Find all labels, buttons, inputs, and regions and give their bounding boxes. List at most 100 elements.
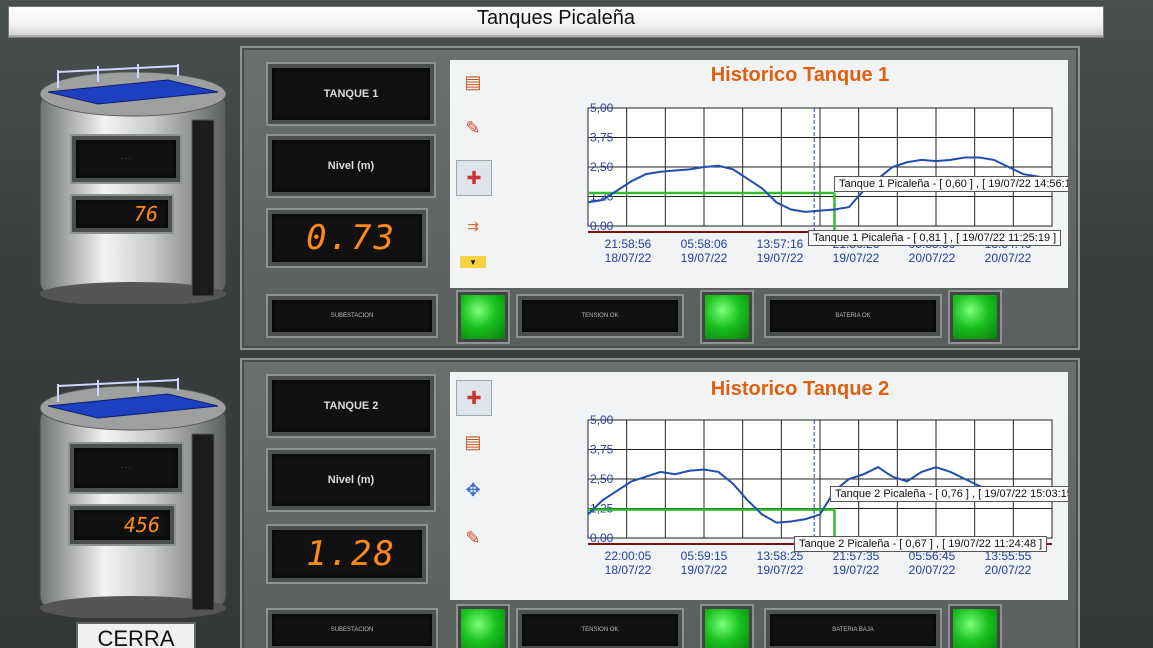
- level-data-point: [935, 160, 937, 162]
- level-data-point: [761, 187, 763, 190]
- tooltip-upper: Tanque 2 Picaleña - [ 0,76 ] , [ 19/07/2…: [830, 486, 1068, 502]
- level-data-point: [688, 469, 691, 472]
- x-tick-time: 21:58:56: [605, 237, 652, 251]
- level-data-point: [587, 513, 589, 516]
- level-data-point: [906, 480, 908, 483]
- level-data-point: [616, 189, 618, 192]
- tank-1-panel: TANQUE 1 Nivel (m) 0.73 SUBESTACION TENS…: [240, 46, 1080, 350]
- x-tick-time: 05:59:15: [681, 549, 728, 563]
- level-data-point: [862, 473, 865, 476]
- tank-2-battery-led: [950, 606, 1000, 648]
- tank-1-counter: 76: [72, 196, 172, 232]
- level-data-point: [790, 208, 792, 211]
- y-tick-label: 2,50: [590, 160, 614, 174]
- tank-1-voltage-led: [702, 292, 752, 342]
- x-tick-date: 20/07/22: [985, 251, 1032, 265]
- x-tick-date: 19/07/22: [681, 251, 728, 265]
- x-tick-date: 20/07/22: [909, 563, 956, 577]
- level-data-point: [949, 471, 952, 473]
- tank-1-status-substation: SUBESTACION: [268, 296, 436, 336]
- x-tick-date: 19/07/22: [757, 251, 804, 265]
- tank-2-panel: TANQUE 2 Nivel (m) 1.28 SUBESTACION TENS…: [240, 358, 1080, 648]
- level-data-point: [906, 161, 908, 164]
- y-tick-label: 5,00: [590, 413, 614, 427]
- window-title: Tanques Picaleña: [8, 6, 1104, 38]
- level-data-point: [616, 490, 618, 492]
- close-button[interactable]: CERRA: [76, 622, 196, 648]
- level-data-point: [993, 159, 995, 161]
- level-data-point: [920, 471, 923, 473]
- x-tick-date: 19/07/22: [833, 563, 880, 577]
- tank-2-history-chart[interactable]: ✚ ▤ ✥ ✎ Historico Tanque 2 0,00 1,25 2,50 3…: [450, 372, 1068, 600]
- level-data-point: [630, 480, 633, 483]
- level-data-point: [920, 159, 923, 161]
- level-data-point: [630, 180, 633, 182]
- x-tick-date: 20/07/22: [985, 563, 1032, 577]
- level-data-point: [775, 521, 778, 524]
- tank-2-status-voltage: TENSION OK: [518, 610, 682, 648]
- level-data-point: [717, 471, 720, 473]
- y-tick-label: 0,00: [590, 219, 614, 233]
- level-data-point: [659, 170, 662, 173]
- tank-2-substation-led: [458, 606, 508, 648]
- tank-1-mini-display: · · ·: [72, 136, 180, 182]
- level-data-point: [601, 499, 604, 502]
- x-tick-date: 18/07/22: [605, 251, 652, 265]
- level-data-point: [659, 471, 662, 473]
- tooltip-lower: Tanque 2 Picaleña - [ 0,67 ] , [ 19/07/2…: [794, 536, 1048, 552]
- level-data-point: [717, 165, 720, 167]
- tank-1-substation-led: [458, 292, 508, 342]
- tank-2-level-caption: Nivel (m): [268, 450, 434, 510]
- tank-2-status-substation: SUBESTACION: [268, 610, 436, 648]
- level-data-point: [978, 156, 981, 159]
- level-data-point: [746, 178, 749, 180]
- y-tick-label: 2,50: [590, 472, 614, 486]
- tooltip-lower: Tanque 1 Picaleña - [ 0,81 ] , [ 19/07/2…: [808, 230, 1062, 246]
- level-data-point: [688, 168, 691, 171]
- tank-1-status-voltage: TENSION OK: [518, 296, 682, 336]
- level-data-point: [761, 513, 763, 516]
- level-data-point: [732, 168, 734, 171]
- level-data-point: [674, 169, 676, 172]
- level-data-point: [833, 208, 836, 211]
- level-data-point: [819, 209, 821, 212]
- level-data-point: [804, 518, 807, 520]
- level-data-point: [877, 466, 879, 468]
- level-data-point: [819, 513, 821, 516]
- level-data-point: [703, 166, 705, 168]
- tank-2-status-battery: BATERIA BAJA: [766, 610, 940, 648]
- level-data-point: [891, 166, 894, 168]
- y-tick-label: 5,00: [590, 101, 614, 115]
- level-data-point: [949, 159, 952, 161]
- x-tick-date: 19/07/22: [833, 251, 880, 265]
- x-tick-date: 19/07/22: [757, 563, 804, 577]
- tank-2-label: TANQUE 2: [268, 376, 434, 436]
- tank-2-voltage-led: [702, 606, 752, 648]
- tank-2-counter: 456: [70, 506, 174, 544]
- tank-1-status-battery: BATERIA OK: [766, 296, 940, 336]
- level-data-point: [964, 156, 966, 159]
- y-tick-label: 0,00: [590, 531, 614, 545]
- x-tick-date: 20/07/22: [909, 251, 956, 265]
- level-data-point: [645, 475, 647, 478]
- level-data-point: [848, 478, 850, 480]
- level-data-point: [601, 199, 604, 201]
- x-tick-date: 18/07/22: [605, 563, 652, 577]
- level-data-point: [587, 201, 589, 204]
- y-tick-label: 3,75: [590, 443, 614, 457]
- x-tick-time: 13:57:16: [757, 237, 804, 251]
- tank-1-level-caption: Nivel (m): [268, 136, 434, 196]
- x-tick-time: 22:00:05: [605, 549, 652, 563]
- tank-2-level-value: 1.28: [268, 526, 426, 582]
- tank-1-battery-led: [950, 292, 1000, 342]
- scada-screen: Tanques Picaleña · · · 76 · · · 456 CERR…: [0, 0, 1153, 648]
- tooltip-upper: Tanque 1 Picaleña - [ 0,60 ] , [ 19/07/2…: [834, 176, 1068, 192]
- tank-1-history-chart[interactable]: ▤ ✎ ✚ ⇉ ▾ Historico Tanque 1 0,00 1,25 2,5…: [450, 60, 1068, 288]
- level-data-point: [891, 475, 894, 478]
- level-data-point: [746, 499, 749, 502]
- tank-2-mini-display: · · ·: [70, 444, 182, 492]
- level-data-point: [804, 211, 807, 213]
- x-tick-time: 05:58:06: [681, 237, 728, 251]
- level-data-point: [775, 201, 778, 204]
- level-data-point: [1022, 173, 1024, 175]
